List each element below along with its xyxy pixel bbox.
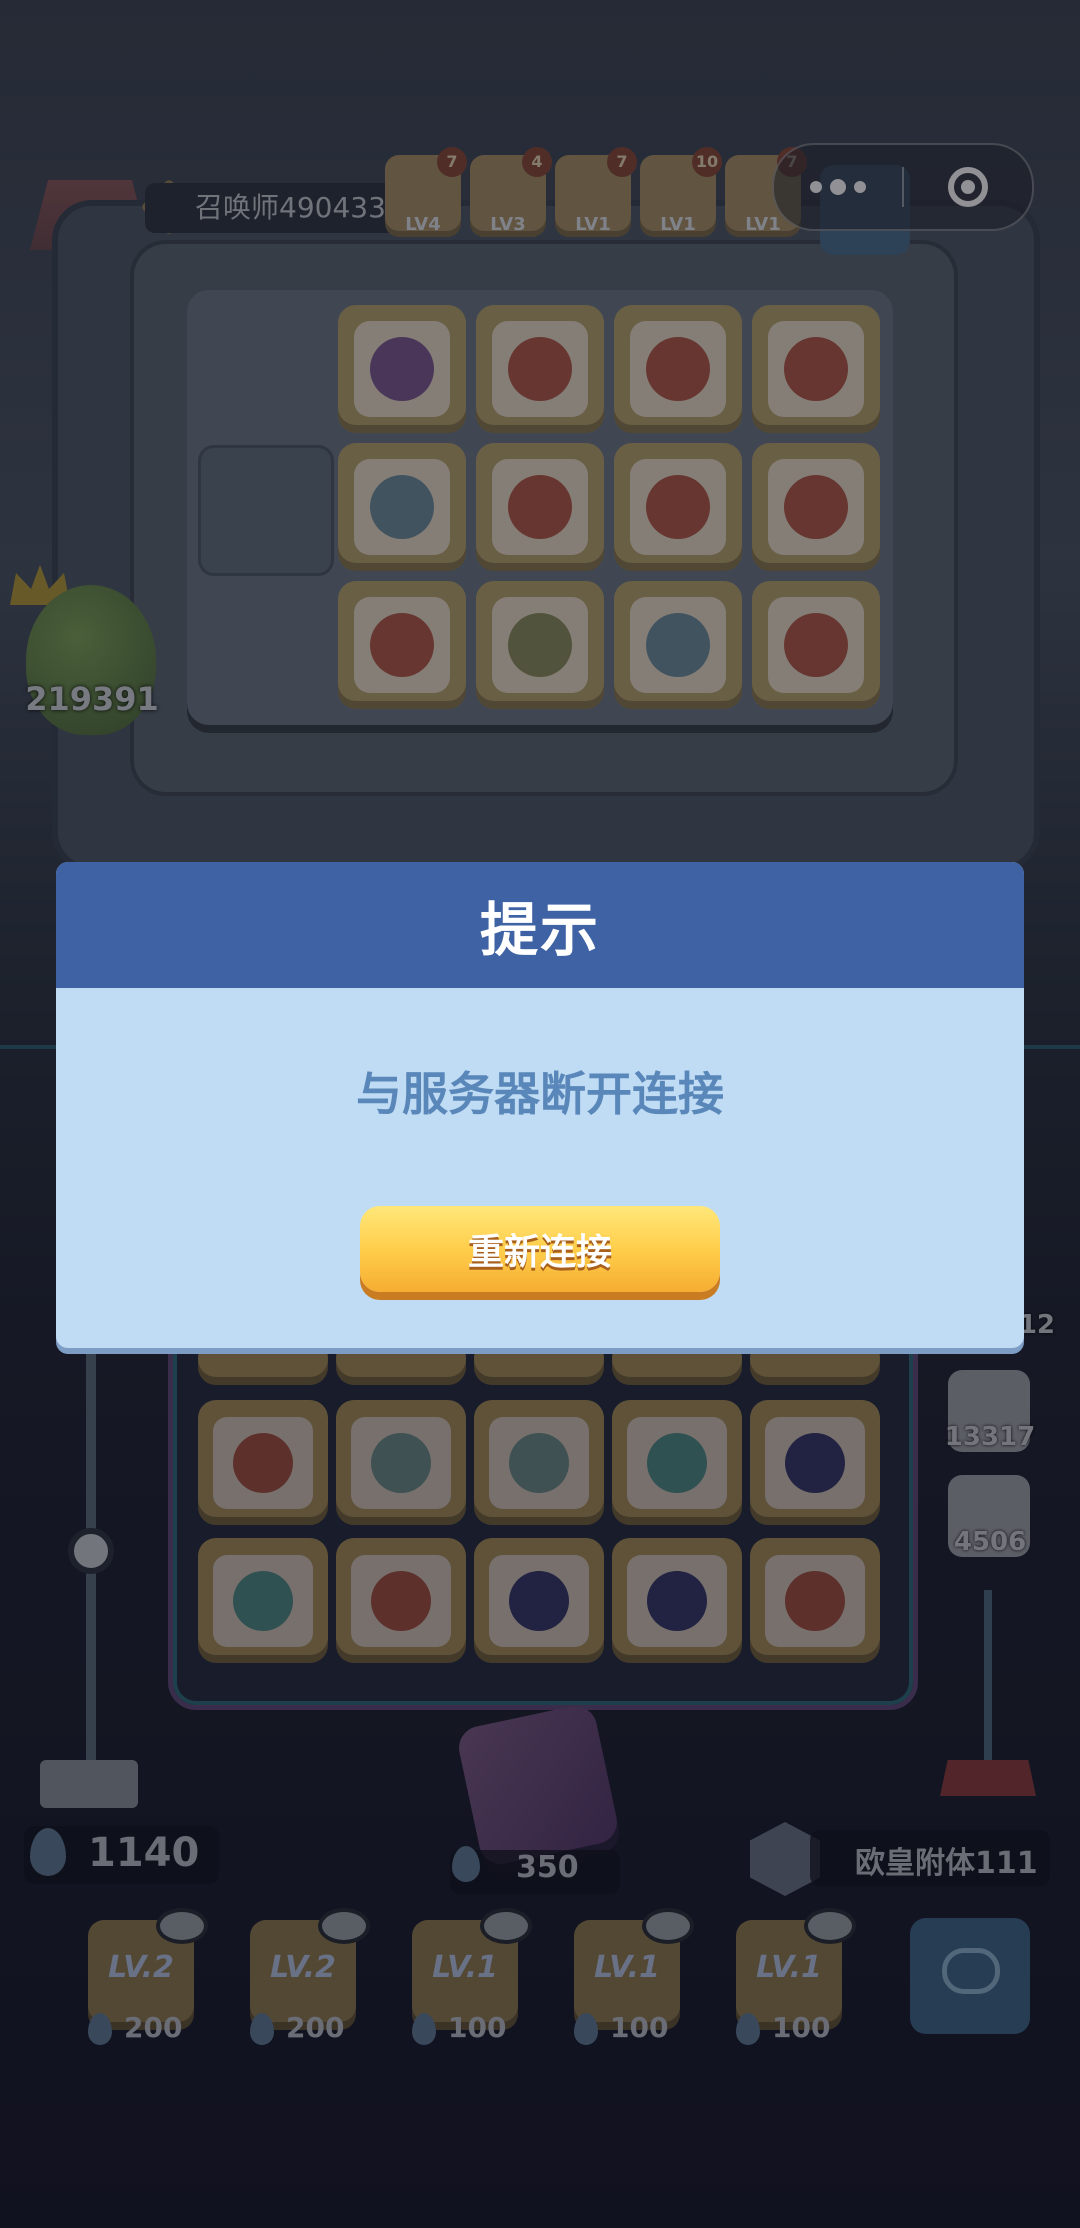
dialog-title: 提示	[479, 896, 600, 964]
dialog-message: 与服务器断开连接	[356, 1067, 724, 1121]
dialog-header: 提示	[56, 862, 1024, 988]
disconnect-dialog: 提示 与服务器断开连接 重新连接	[56, 862, 1024, 1348]
reconnect-button[interactable]: 重新连接	[360, 1206, 720, 1292]
